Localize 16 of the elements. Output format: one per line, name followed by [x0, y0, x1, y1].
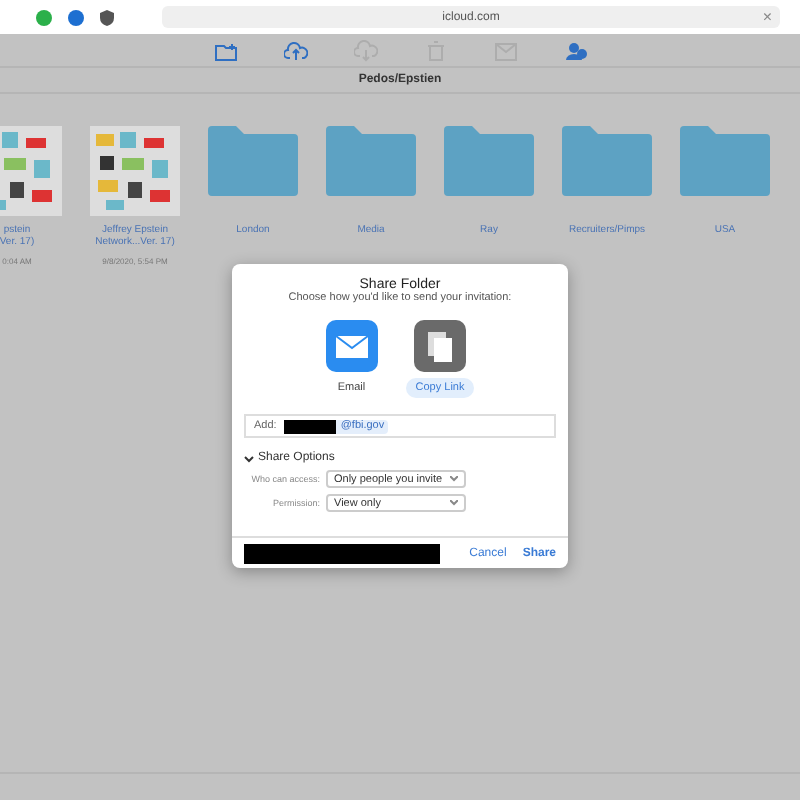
- redaction-bar: [284, 419, 337, 433]
- chevron-icon: [450, 476, 458, 482]
- folder-icon[interactable]: [326, 126, 416, 196]
- folder-icon[interactable]: [444, 126, 534, 196]
- shield-icon[interactable]: [100, 9, 114, 25]
- folder-icon[interactable]: [562, 126, 652, 196]
- add-person-icon[interactable]: [563, 39, 587, 61]
- close-button[interactable]: ×: [762, 6, 772, 28]
- folder-icon[interactable]: [680, 126, 770, 196]
- new-folder-icon[interactable]: [213, 39, 237, 61]
- mail-icon[interactable]: [325, 320, 378, 372]
- folder-icon[interactable]: [208, 126, 298, 196]
- chevron-icon: [450, 500, 458, 506]
- upload-icon[interactable]: [283, 39, 307, 61]
- chevron-icon: [244, 453, 254, 463]
- document-icon[interactable]: [414, 320, 466, 372]
